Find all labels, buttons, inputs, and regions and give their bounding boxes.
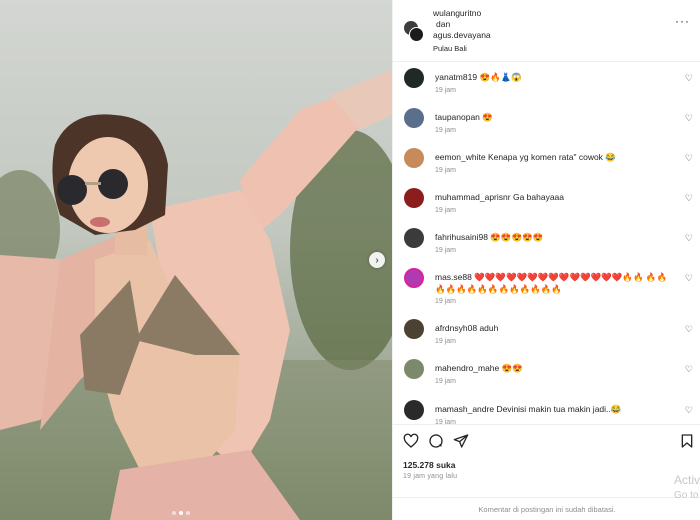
like-count[interactable]: 125.278 suka: [403, 460, 455, 470]
author-names: wulanguritno dan agus.devayana Pulau Bal…: [433, 8, 491, 54]
comment-time[interactable]: 19 jam: [435, 207, 456, 214]
more-icon[interactable]: ···: [675, 14, 690, 28]
post-header: wulanguritno dan agus.devayana Pulau Bal…: [393, 0, 700, 62]
chevron-right-icon: ›: [375, 254, 379, 266]
commenter-avatar[interactable]: [404, 68, 424, 88]
comment-time[interactable]: 19 jam: [435, 247, 456, 254]
next-media-button[interactable]: ›: [369, 252, 385, 268]
comment-body: Ga bahayaaa: [512, 192, 565, 202]
comment-body: Devinisi makin tua makin jadi..😂: [496, 404, 622, 414]
comment-username[interactable]: fahrihusaini98: [435, 232, 488, 242]
pagination-dot: [186, 511, 190, 515]
comment-icon[interactable]: [428, 433, 444, 449]
comment-username[interactable]: mahendro_mahe: [435, 363, 499, 373]
commenter-avatar[interactable]: [404, 228, 424, 248]
comment-like-heart-icon[interactable]: ♡: [685, 405, 693, 416]
coauthor-username[interactable]: agus.devayana: [433, 30, 491, 41]
post-timestamp[interactable]: 19 jam yang lalu: [403, 473, 457, 480]
comment-text-block: taupanopan 😍: [435, 111, 675, 123]
comment-like-heart-icon[interactable]: ♡: [685, 233, 693, 244]
send-icon[interactable]: [453, 433, 469, 449]
comment-time[interactable]: 19 jam: [435, 338, 456, 345]
post-side-panel: wulanguritno dan agus.devayana Pulau Bal…: [392, 0, 700, 520]
heart-icon[interactable]: [403, 433, 419, 449]
pagination-dot-active: [179, 511, 183, 515]
comment-username[interactable]: taupanopan: [435, 112, 480, 122]
comment-username[interactable]: muhammad_aprisnr: [435, 192, 511, 202]
comment-username[interactable]: afrdnsyh08: [435, 323, 477, 333]
author-avatars[interactable]: [403, 20, 425, 42]
watermark-line-1: Activ: [673, 473, 700, 487]
commenter-avatar[interactable]: [404, 268, 424, 288]
author-connector: dan: [436, 19, 451, 29]
commenter-avatar[interactable]: [404, 400, 424, 420]
comment-like-heart-icon[interactable]: ♡: [685, 113, 693, 124]
post-actions: 125.278 suka 19 jam yang lalu Komentar d…: [393, 424, 700, 520]
comment-like-heart-icon[interactable]: ♡: [685, 273, 693, 284]
pagination-dot: [172, 511, 176, 515]
comments-list: yanatm819 😍🔥👗😱 19 jam ♡ taupanopan 😍 19 jam ♡…: [393, 62, 700, 424]
comment-text-block: mamash_andre Devinisi makin tua makin ja…: [435, 403, 675, 415]
author-username[interactable]: wulanguritno: [433, 8, 491, 19]
comment-time[interactable]: 19 jam: [435, 298, 456, 305]
commenter-avatar[interactable]: [404, 148, 424, 168]
comment-username[interactable]: eemon_white: [435, 152, 486, 162]
comment-body: 😍🔥👗😱: [479, 72, 522, 82]
post-media[interactable]: ›: [0, 0, 392, 520]
comment-username[interactable]: mamash_andre: [435, 404, 494, 414]
comment-body: aduh: [479, 323, 499, 333]
comment-time[interactable]: 19 jam: [435, 167, 456, 174]
comment-username[interactable]: mas.se88: [435, 272, 472, 282]
commenter-avatar[interactable]: [404, 108, 424, 128]
comment-text-block: afrdnsyh08 aduh: [435, 322, 675, 334]
comment-like-heart-icon[interactable]: ♡: [685, 193, 693, 204]
comment-like-heart-icon[interactable]: ♡: [685, 324, 693, 335]
comment-text-block: eemon_white Kenapa yg komen rata" cowok …: [435, 151, 675, 163]
comment-body: 😍😍😍😍😍: [490, 232, 544, 242]
comment-text-block: muhammad_aprisnr Ga bahayaaa: [435, 191, 675, 203]
post-location[interactable]: Pulau Bali: [433, 43, 491, 54]
comment-time[interactable]: 19 jam: [435, 87, 456, 94]
comment-like-heart-icon[interactable]: ♡: [685, 364, 693, 375]
watermark-line-2: Go to: [673, 490, 699, 501]
comment-like-heart-icon[interactable]: ♡: [685, 153, 693, 164]
commenter-avatar[interactable]: [404, 319, 424, 339]
commenter-avatar[interactable]: [404, 188, 424, 208]
commenter-avatar[interactable]: [404, 359, 424, 379]
comment-body: Kenapa yg komen rata" cowok 😂: [487, 152, 616, 162]
comment-like-heart-icon[interactable]: ♡: [685, 73, 693, 84]
comment-text-block: mahendro_mahe 😍😍: [435, 362, 675, 374]
comments-restricted-notice: Komentar di postingan ini sudah dibatasi…: [393, 497, 700, 520]
media-pagination-dots: [172, 511, 190, 515]
coauthor-avatar[interactable]: [409, 27, 424, 42]
comment-time[interactable]: 19 jam: [435, 378, 456, 385]
comment-body: 😍😍: [501, 363, 523, 373]
comment-time[interactable]: 19 jam: [435, 127, 456, 134]
activation-watermark: Activ Go to: [674, 472, 700, 504]
comment-text-block: yanatm819 😍🔥👗😱: [435, 71, 675, 83]
comment-username[interactable]: yanatm819: [435, 72, 477, 82]
comment-body: 😍: [482, 112, 493, 122]
post-photo: [0, 0, 392, 520]
comment-text-block: mas.se88 ❤️❤️❤️❤️❤️❤️❤️❤️❤️❤️❤️❤️❤️❤️🔥🔥 …: [435, 271, 675, 295]
bookmark-icon[interactable]: [679, 433, 695, 449]
comment-text-block: fahrihusaini98 😍😍😍😍😍: [435, 231, 675, 243]
